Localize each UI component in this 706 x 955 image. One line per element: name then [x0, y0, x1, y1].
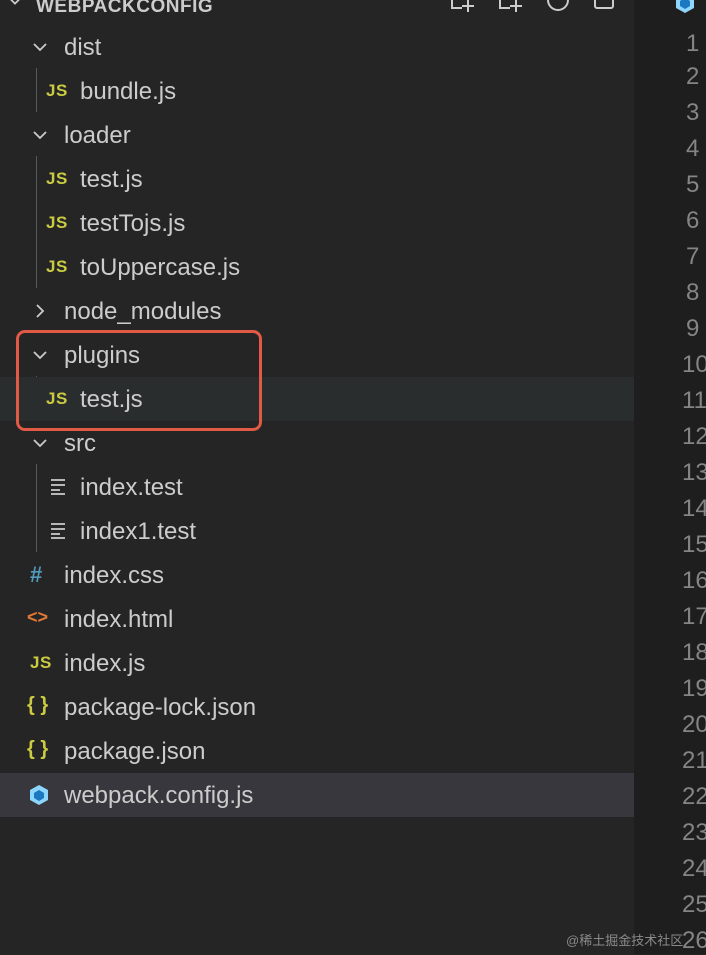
- file-label: index.js: [64, 650, 146, 677]
- file-label: package.json: [64, 738, 206, 765]
- file-label: test.js: [80, 166, 143, 193]
- new-file-icon[interactable]: [448, 0, 478, 16]
- line-number: 18: [682, 639, 706, 666]
- webpack-icon: [30, 785, 48, 805]
- line-number: 15: [682, 531, 706, 558]
- collapse-all-icon[interactable]: [590, 0, 620, 16]
- line-number: 26: [682, 927, 706, 954]
- javascript-file-icon: JS: [46, 257, 68, 276]
- chevron-down-icon: [33, 439, 47, 448]
- chevron-down-icon[interactable]: [8, 0, 22, 8]
- chevron-right-icon: [36, 304, 45, 318]
- line-number: 9: [686, 315, 700, 342]
- file-label: bundle.js: [80, 78, 177, 105]
- file-label: index.test: [80, 474, 183, 501]
- line-number: 3: [686, 99, 700, 126]
- file-label: index.html: [64, 606, 174, 633]
- line-number: 20: [682, 711, 706, 738]
- tree-file-touppercase-js[interactable]: JS toUppercase.js: [0, 245, 634, 289]
- line-number: 14: [682, 495, 706, 522]
- file-label: toUppercase.js: [80, 254, 241, 281]
- webpack-icon[interactable]: [674, 0, 696, 14]
- file-label: index.css: [64, 562, 165, 589]
- line-number: 2: [686, 63, 700, 90]
- tree-file-package-lock-json[interactable]: { } package-lock.json: [0, 685, 634, 729]
- new-folder-icon[interactable]: [496, 0, 526, 16]
- folder-label: dist: [64, 34, 102, 61]
- javascript-file-icon: JS: [46, 169, 68, 188]
- tree-file-index-css[interactable]: # index.css: [0, 553, 634, 597]
- line-number: 7: [686, 243, 700, 270]
- line-number: 1: [686, 30, 700, 57]
- tree-folder-dist[interactable]: dist: [0, 25, 634, 69]
- refresh-icon[interactable]: [543, 0, 573, 16]
- explorer-title: WEBPACKCONFIG: [36, 0, 214, 17]
- tree-file-webpack-config-js[interactable]: webpack.config.js: [0, 773, 634, 817]
- folder-label: loader: [64, 122, 131, 149]
- javascript-file-icon: JS: [46, 81, 68, 100]
- line-number: 22: [682, 783, 706, 810]
- line-number: 25: [682, 891, 706, 918]
- chevron-down-icon: [33, 43, 47, 52]
- text-file-icon: [51, 479, 65, 495]
- tree-folder-node-modules[interactable]: node_modules: [0, 289, 634, 333]
- json-file-icon: { }: [27, 738, 49, 760]
- line-number: 4: [686, 135, 700, 162]
- file-label: package-lock.json: [64, 694, 257, 721]
- line-number: 11: [682, 387, 706, 414]
- tree-file-loader-test-js[interactable]: JS test.js: [0, 157, 634, 201]
- html-file-icon: <>: [27, 607, 49, 627]
- text-file-icon: [51, 523, 65, 539]
- tree-file-index-js[interactable]: JS index.js: [0, 641, 634, 685]
- line-number: 6: [686, 207, 700, 234]
- folder-label: src: [64, 430, 96, 457]
- tree-file-index1-test[interactable]: index1.test: [0, 509, 634, 553]
- javascript-file-icon: JS: [46, 213, 68, 232]
- tree-file-index-html[interactable]: <> index.html: [0, 597, 634, 641]
- file-label: webpack.config.js: [64, 782, 254, 809]
- line-number: 5: [686, 171, 700, 198]
- tree-file-testtojs-js[interactable]: JS testTojs.js: [0, 201, 634, 245]
- file-label: testTojs.js: [80, 210, 186, 237]
- tree-folder-loader[interactable]: loader: [0, 113, 634, 157]
- line-number: 24: [682, 855, 706, 882]
- tree-file-package-json[interactable]: { } package.json: [0, 729, 634, 773]
- line-number: 10: [682, 351, 706, 378]
- line-number: 13: [682, 459, 706, 486]
- line-number: 19: [682, 675, 706, 702]
- line-number: 23: [682, 819, 706, 846]
- line-number: 16: [682, 567, 706, 594]
- annotation-highlight-box: [16, 330, 262, 431]
- chevron-down-icon: [33, 131, 47, 140]
- line-number: 17: [682, 603, 706, 630]
- editor-gutter: 1 2 3 4 5 6 7 8 9 10 11 12 13 14 15 16 1…: [634, 0, 706, 954]
- file-explorer: WEBPACKCONFIG dist JS bundle.js loader J…: [0, 0, 634, 954]
- tree-file-index-test[interactable]: index.test: [0, 465, 634, 509]
- file-label: index1.test: [80, 518, 197, 545]
- javascript-file-icon: JS: [30, 653, 52, 672]
- json-file-icon: { }: [27, 694, 49, 716]
- line-number: 12: [682, 423, 706, 450]
- line-number: 21: [682, 747, 706, 774]
- css-file-icon: #: [30, 562, 43, 587]
- watermark-text: @稀土掘金技术社区: [566, 933, 684, 948]
- folder-label: node_modules: [64, 298, 222, 325]
- explorer-header: WEBPACKCONFIG: [0, 0, 634, 18]
- tree-file-bundle-js[interactable]: JS bundle.js: [0, 69, 634, 113]
- line-number: 8: [686, 279, 700, 306]
